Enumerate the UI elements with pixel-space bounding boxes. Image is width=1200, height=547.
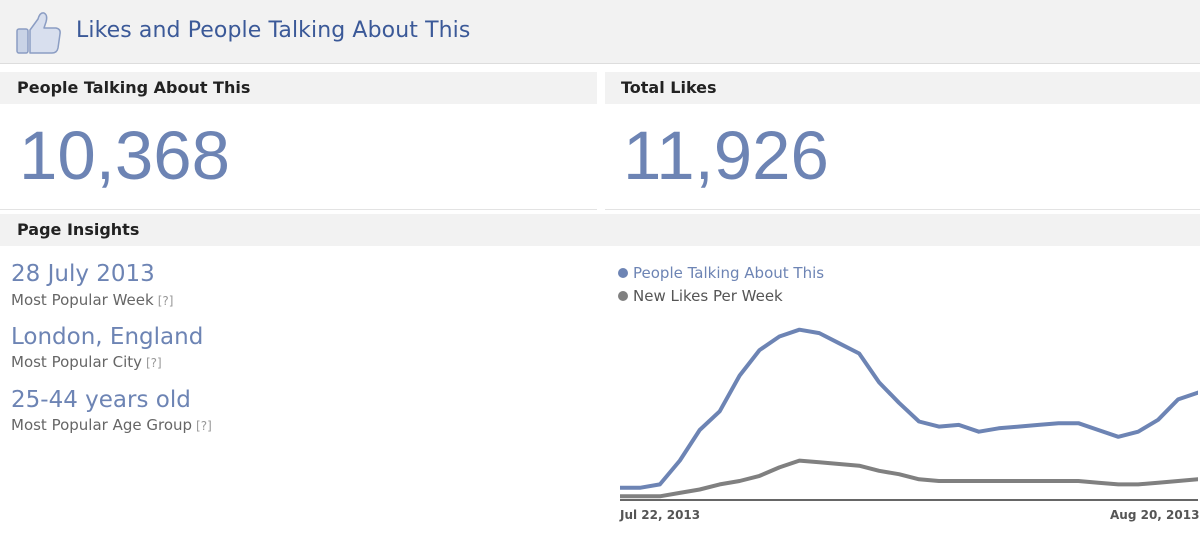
stat-value: London, England bbox=[11, 324, 204, 350]
stat-label-text: Most Popular City bbox=[11, 353, 142, 371]
stat-label: Most Popular Age Group [?] bbox=[11, 416, 212, 434]
legend-item-talking[interactable]: People Talking About This bbox=[618, 264, 824, 282]
thumbs-up-icon bbox=[16, 12, 61, 54]
stat-value: 25-44 years old bbox=[11, 387, 191, 413]
talking-section-label: People Talking About This bbox=[17, 78, 251, 97]
stat-value: 28 July 2013 bbox=[11, 261, 155, 287]
help-link[interactable]: [?] bbox=[196, 419, 212, 433]
legend-dot-icon bbox=[618, 268, 628, 278]
likes-section-header: Total Likes bbox=[605, 72, 1200, 104]
help-link[interactable]: [?] bbox=[158, 294, 174, 308]
legend-label: People Talking About This bbox=[633, 264, 825, 282]
stat-label: Most Popular Week [?] bbox=[11, 291, 173, 309]
stat-label: Most Popular City [?] bbox=[11, 353, 162, 371]
likes-count: 11,926 bbox=[623, 117, 829, 194]
page-header: Likes and People Talking About This bbox=[0, 0, 1200, 64]
insights-section-header: Page Insights bbox=[0, 214, 1200, 246]
stat-label-text: Most Popular Age Group bbox=[11, 416, 193, 434]
help-link[interactable]: [?] bbox=[146, 356, 162, 370]
series-line-new-likes bbox=[620, 458, 1198, 499]
page-title: Likes and People Talking About This bbox=[76, 18, 471, 43]
series-line-people-talking bbox=[620, 327, 1198, 490]
x-tick-label-start: Jul 22, 2013 bbox=[620, 508, 701, 522]
talking-panel: 10,368 bbox=[0, 104, 597, 210]
likes-section-label: Total Likes bbox=[621, 78, 717, 97]
stat-label-text: Most Popular Week bbox=[11, 291, 154, 309]
likes-panel: 11,926 bbox=[605, 104, 1200, 210]
x-tick-label-end: Aug 20, 2013 bbox=[1110, 508, 1200, 522]
insights-section-label: Page Insights bbox=[17, 220, 140, 239]
insights-line-chart bbox=[620, 327, 1198, 501]
talking-section-header: People Talking About This bbox=[0, 72, 597, 104]
talking-count: 10,368 bbox=[19, 117, 231, 194]
